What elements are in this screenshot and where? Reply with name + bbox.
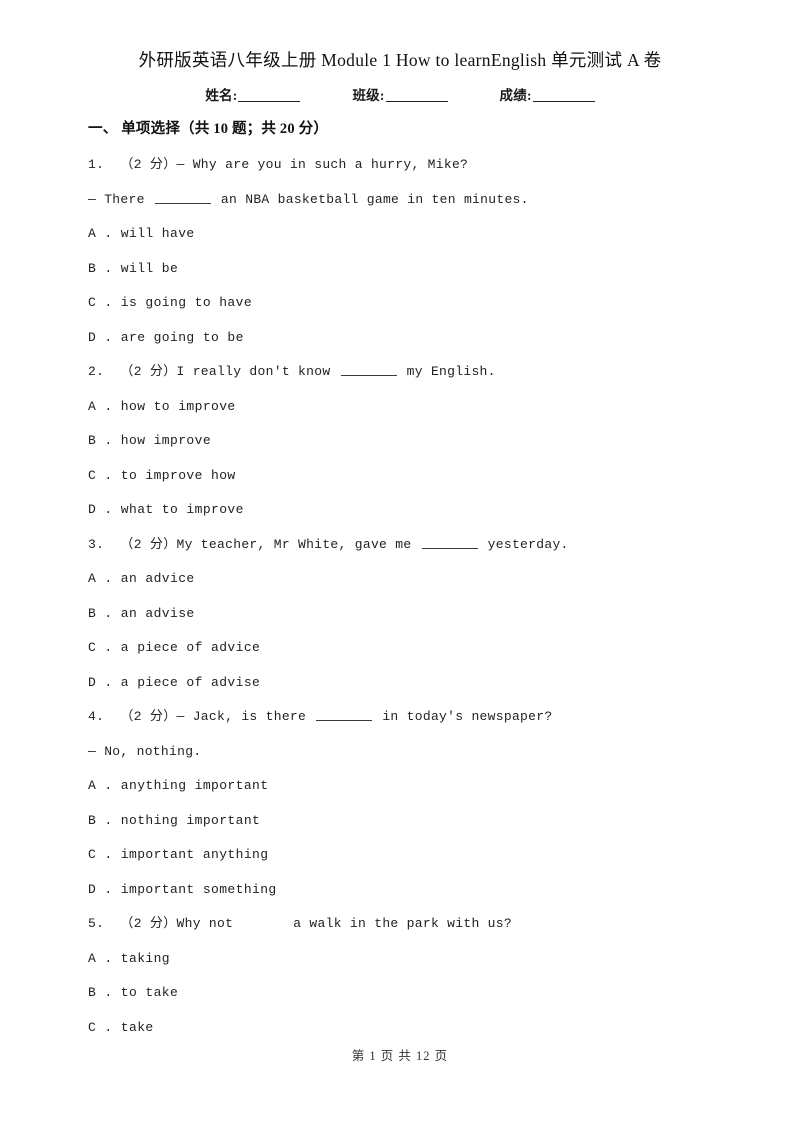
option-d[interactable]: D . important something [88, 881, 748, 898]
option-c[interactable]: C . is going to have [88, 294, 748, 311]
question-stem-text-before: — There [88, 191, 153, 207]
option-d[interactable]: D . what to improve [88, 501, 748, 518]
question-stem: 3. （2 分）My teacher, Mr White, gave me ye… [88, 536, 748, 553]
option-d[interactable]: D . a piece of advise [88, 674, 748, 691]
identity-fields-row: 姓名: 班级: 成绩: [0, 86, 800, 106]
question-stem-text-after: a walk in the park with us? [293, 916, 512, 931]
question-stem-text-before: 4. （2 分）— Jack, is there [88, 709, 315, 724]
answer-blank[interactable] [421, 537, 478, 549]
score-field-blank[interactable] [532, 87, 595, 102]
option-c[interactable]: C . take [88, 1019, 748, 1036]
class-field-label: 班级: [352, 88, 385, 103]
question-stem-text-before: 5. （2 分）Why not [88, 916, 234, 931]
option-b[interactable]: B . an advise [88, 605, 748, 622]
answer-blank[interactable] [340, 364, 397, 376]
option-b[interactable]: B . nothing important [88, 812, 748, 829]
option-c[interactable]: C . to improve how [88, 467, 748, 484]
exam-page: 外研版英语八年级上册 Module 1 How to learnEnglish … [0, 0, 800, 1132]
question-stem-text-after: in today's newspaper? [374, 709, 553, 724]
option-c[interactable]: C . a piece of advice [88, 639, 748, 656]
class-field: 班级: [352, 86, 448, 106]
question-stem: 1. （2 分）— Why are you in such a hurry, M… [88, 156, 748, 173]
option-a[interactable]: A . anything important [88, 777, 748, 794]
name-field: 姓名: [205, 86, 301, 106]
question-stem: 5. （2 分）Why not a walk in the park with u… [88, 915, 748, 932]
answer-blank[interactable] [154, 192, 211, 204]
option-d[interactable]: D . are going to be [88, 329, 748, 346]
option-a[interactable]: A . how to improve [88, 398, 748, 415]
page-title: 外研版英语八年级上册 Module 1 How to learnEnglish … [138, 50, 662, 70]
answer-blank[interactable] [316, 709, 373, 721]
name-field-label: 姓名: [205, 88, 238, 103]
question-stem-text-before: 3. （2 分）My teacher, Mr White, gave me [88, 536, 420, 552]
question-column: 一、 单项选择（共 10 题；共 20 分） 1. （2 分）— Why are… [88, 120, 748, 1053]
question-stem-text-after: my English. [398, 364, 496, 379]
question-stem-continued: — No, nothing. [88, 743, 202, 759]
option-a[interactable]: A . taking [88, 950, 748, 967]
section-heading: 一、 单项选择（共 10 题；共 20 分） [88, 121, 329, 137]
answer-blank[interactable] [235, 917, 291, 928]
option-b[interactable]: B . to take [88, 984, 748, 1001]
question-stem: 2. （2 分）I really don't know my English. [88, 363, 748, 380]
question-stem-text: 1. （2 分）— Why are you in such a hurry, M… [88, 157, 469, 172]
question-stem-text-before: 2. （2 分）I really don't know [88, 364, 339, 379]
page-footer: 第 1 页 共 12 页 [351, 1049, 449, 1063]
score-field: 成绩: [500, 86, 595, 106]
question-stem-text-after: yesterday. [479, 536, 569, 552]
option-b[interactable]: B . how improve [88, 432, 748, 449]
option-a[interactable]: A . an advice [88, 570, 748, 587]
option-c[interactable]: C . important anything [88, 846, 748, 863]
score-field-label: 成绩: [499, 88, 532, 103]
class-field-blank[interactable] [385, 87, 448, 102]
name-field-blank[interactable] [238, 87, 301, 102]
question-stem-text-after: an NBA basketball game in ten minutes. [212, 191, 529, 207]
question-stem: 4. （2 分）— Jack, is there in today's news… [88, 708, 748, 725]
option-b[interactable]: B . will be [88, 260, 748, 277]
option-a[interactable]: A . will have [88, 225, 748, 242]
question-stem-continued: — There an NBA basketball game in ten mi… [88, 191, 748, 208]
